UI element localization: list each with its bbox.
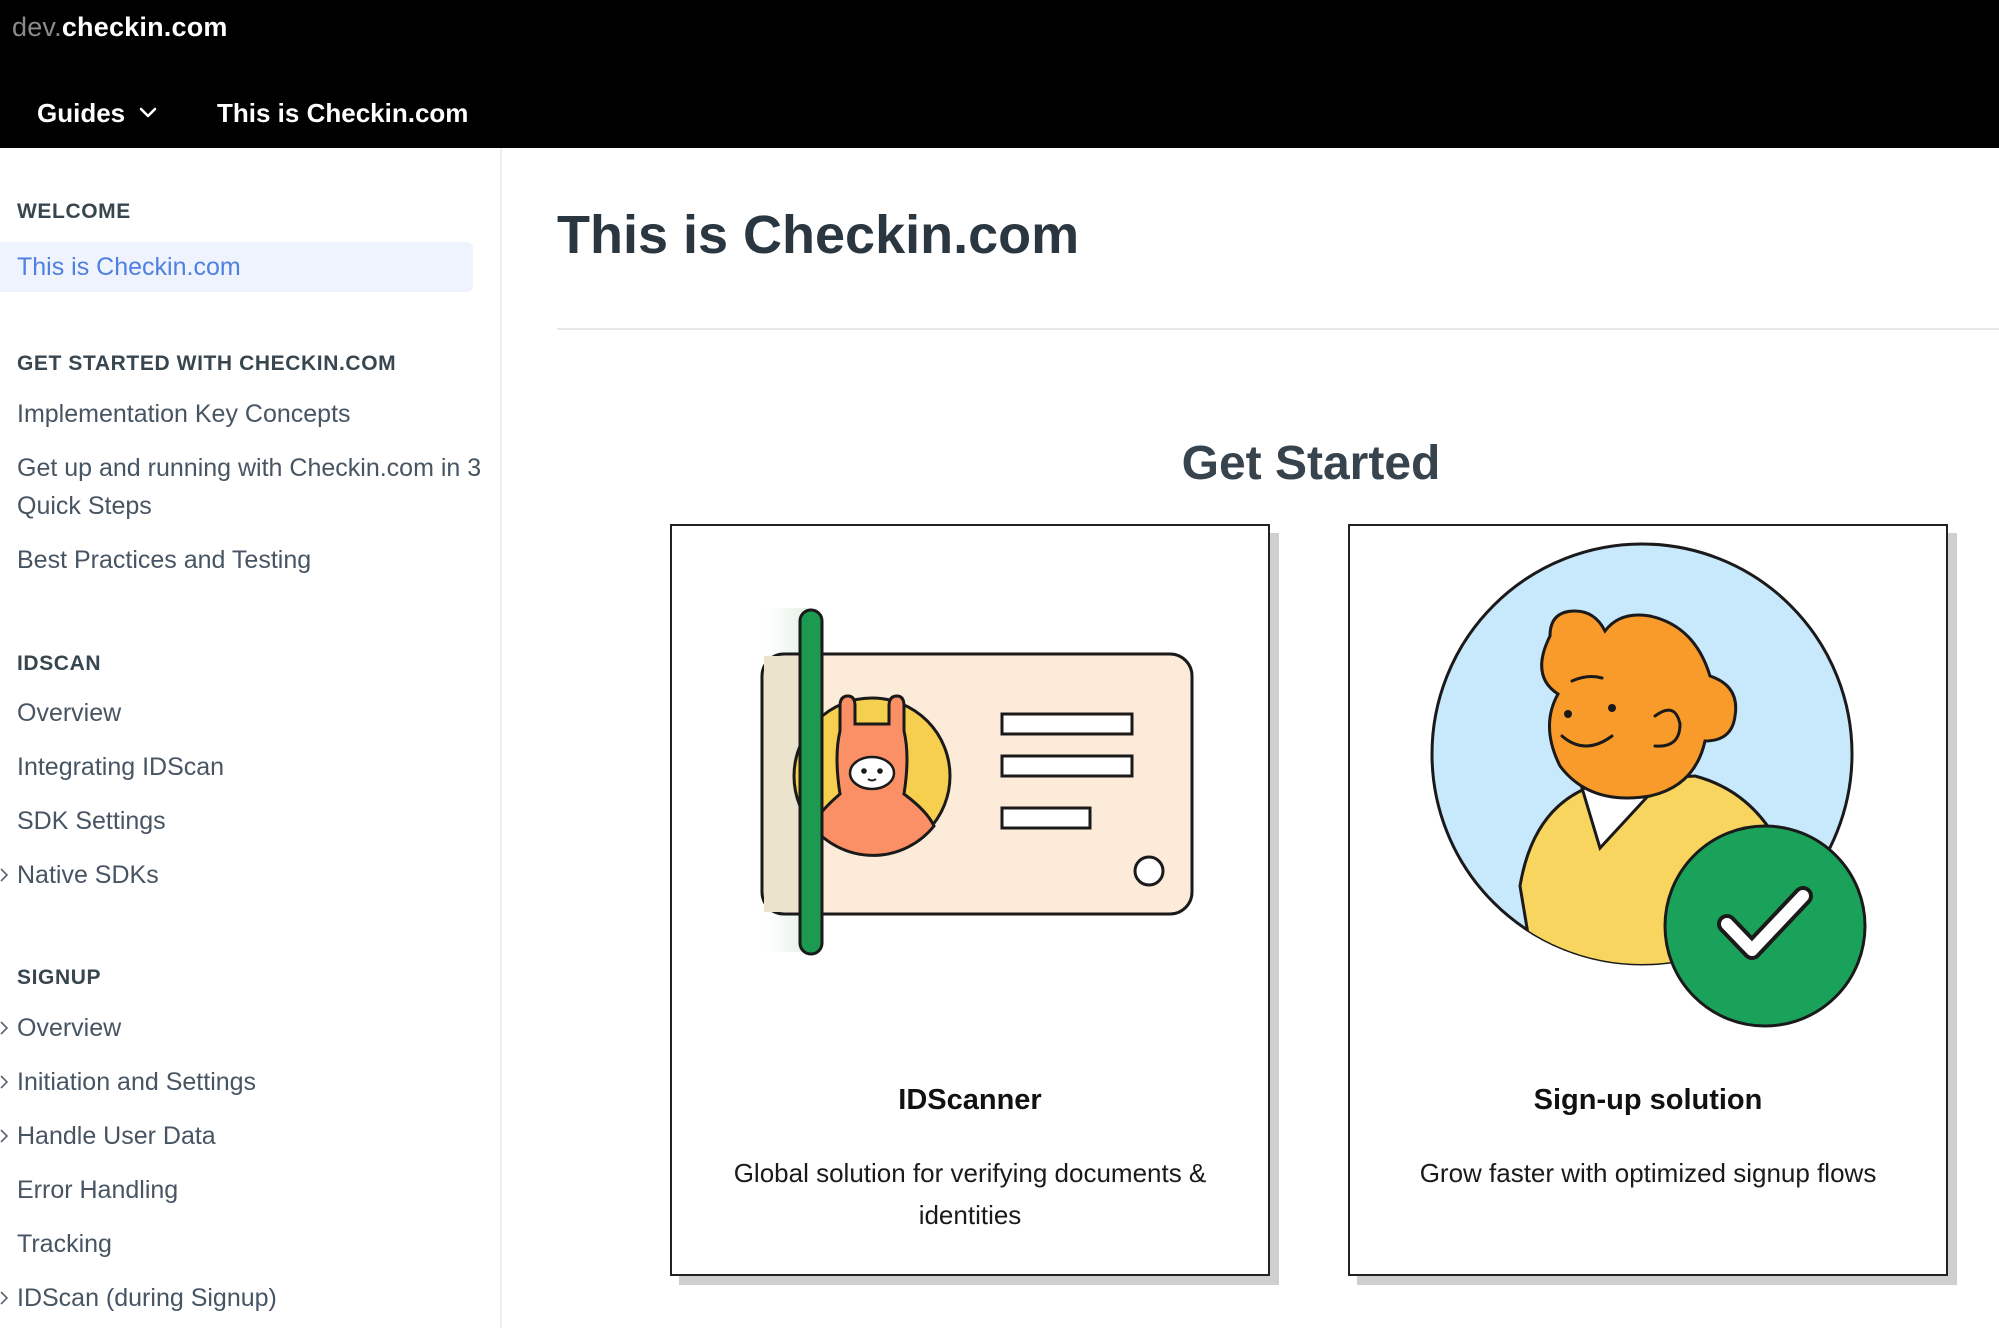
chevron-right-icon [0, 856, 12, 894]
card-title: Sign-up solution [1533, 1084, 1763, 1116]
guides-label: Guides [37, 97, 126, 128]
sidebar-item-idscan-during-signup[interactable]: IDScan (during Signup) [0, 1279, 477, 1317]
sidebar-item-label: Native SDKs [17, 861, 159, 889]
site-logo[interactable]: dev.checkin.com [12, 12, 228, 43]
sidebar-item-label: IDScan (during Signup) [17, 1284, 277, 1312]
chevron-right-icon [0, 1117, 12, 1155]
chevron-right-icon [0, 1279, 12, 1317]
brand-prefix: dev. [12, 12, 62, 42]
sidebar-item-idscan-overview[interactable]: Overview [17, 694, 477, 732]
card-description: Global solution for verifying documents … [733, 1158, 1207, 1230]
chevron-down-icon [139, 107, 157, 119]
sidebar-item-label: Overview [17, 1014, 122, 1042]
person-verified-illustration [1430, 542, 1867, 1028]
sidebar-item-this-is-checkin[interactable]: This is Checkin.com [0, 242, 473, 292]
guides-dropdown[interactable]: Guides [37, 94, 157, 132]
sidebar-item-best-practices[interactable]: Best Practices and Testing [17, 541, 477, 579]
card-title: IDScanner [898, 1084, 1042, 1116]
sidebar-item-label: Initiation and Settings [17, 1068, 257, 1096]
sidebar-section-title: WELCOME [17, 200, 131, 223]
top-bar: dev.checkin.com Guides This is Checkin.c… [0, 0, 1999, 148]
signup-solution-card[interactable]: Sign-up solution Grow faster with optimi… [1348, 524, 1948, 1276]
nav-link-this-is-checkin[interactable]: This is Checkin.com [217, 94, 468, 132]
sidebar-item-handle-user-data[interactable]: Handle User Data [0, 1117, 477, 1155]
brand-name: checkin.com [61, 12, 228, 42]
card-description: Grow faster with optimized signup flows [1419, 1158, 1877, 1188]
sidebar-item-integrating-idscan[interactable]: Integrating IDScan [17, 748, 477, 786]
sidebar-item-sdk-settings[interactable]: SDK Settings [17, 802, 477, 840]
sidebar-item-implementation-key-concepts[interactable]: Implementation Key Concepts [17, 395, 477, 433]
idscanner-card[interactable]: IDScanner Global solution for verifying … [670, 524, 1270, 1276]
sidebar: WELCOME This is Checkin.com GET STARTED … [0, 148, 502, 1328]
sidebar-item-initiation-and-settings[interactable]: Initiation and Settings [0, 1063, 477, 1101]
sidebar-section-title: GET STARTED WITH CHECKIN.COM [17, 352, 397, 375]
page-title: This is Checkin.com [557, 205, 1080, 265]
sidebar-section-title: SIGNUP [17, 966, 102, 989]
sidebar-item-signup-overview[interactable]: Overview [0, 1009, 477, 1047]
sidebar-item-label: Handle User Data [17, 1122, 216, 1150]
id-card-scan-illustration [760, 608, 1194, 956]
chevron-right-icon [0, 1063, 12, 1101]
sidebar-section-title: IDSCAN [17, 652, 102, 675]
title-divider [557, 328, 1999, 330]
sidebar-item-error-handling[interactable]: Error Handling [17, 1171, 477, 1209]
sidebar-item-tracking[interactable]: Tracking [17, 1225, 477, 1263]
chevron-right-icon [0, 1009, 12, 1047]
get-started-heading: Get Started [1181, 437, 1441, 490]
sidebar-item-native-sdks[interactable]: Native SDKs [0, 856, 477, 894]
